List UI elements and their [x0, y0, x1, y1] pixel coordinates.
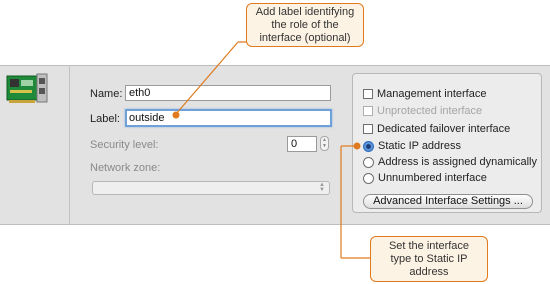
callout-dot-icon: [172, 111, 180, 119]
label-callout: Add label identifying the role of the in…: [246, 3, 364, 47]
callout-dot-icon: [353, 142, 361, 150]
static-ip-callout: Set the interface type to Static IP addr…: [370, 236, 488, 282]
